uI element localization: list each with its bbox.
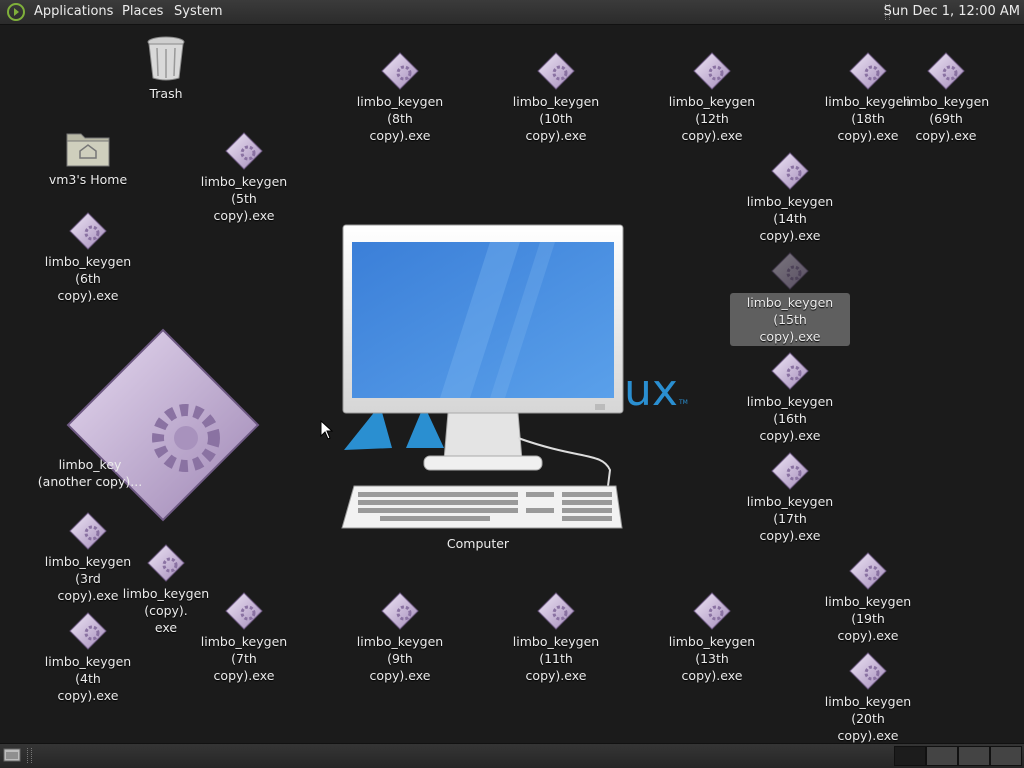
keygen-diamond-icon — [927, 52, 965, 90]
keygen-file-label: limbo_keygen (20th copy).exe — [824, 694, 912, 743]
workspace-1[interactable] — [894, 746, 926, 766]
keygen-drag-icon[interactable] — [66, 328, 260, 522]
keygen-file-icon[interactable]: limbo_keygen (17th copy).exe — [730, 452, 850, 544]
keygen-file-label: limbo_keygen (10th copy).exe — [512, 94, 600, 143]
applications-menu[interactable]: Applications — [34, 0, 113, 24]
keygen-drag-label: limbo_key (another copy)... — [37, 457, 143, 489]
keygen-file-icon[interactable]: limbo_keygen (5th copy).exe — [184, 132, 304, 224]
top-panel: Applications Places System Sun Dec 1, 12… — [0, 0, 1024, 25]
keygen-diamond-icon — [693, 592, 731, 630]
workspace-2[interactable] — [926, 746, 958, 766]
keygen-file-label: limbo_keygen (15th copy).exe — [730, 293, 850, 346]
trash-can-icon — [147, 36, 185, 81]
keygen-diamond-icon — [381, 52, 419, 90]
trash-label: Trash — [149, 86, 183, 101]
keygen-file-label: limbo_keygen (8th copy).exe — [356, 94, 444, 143]
places-menu[interactable]: Places — [122, 0, 163, 24]
mouse-cursor-icon — [320, 420, 334, 440]
keygen-file-label: limbo_keygen (6th copy).exe — [44, 254, 132, 303]
keygen-diamond-icon — [69, 512, 107, 550]
keygen-file-icon[interactable]: limbo_keygen (19th copy).exe — [808, 552, 928, 644]
clock[interactable]: Sun Dec 1, 12:00 AM — [884, 0, 1020, 24]
keygen-diamond-icon — [225, 592, 263, 630]
keygen-file-icon[interactable]: limbo_keygen (9th copy).exe — [340, 592, 460, 684]
keygen-file-label: limbo_keygen (19th copy).exe — [824, 594, 912, 643]
home-label: vm3's Home — [48, 172, 128, 187]
workspace-3[interactable] — [958, 746, 990, 766]
folder-home-icon — [66, 133, 110, 167]
keygen-file-icon[interactable]: limbo_keygen (69th copy).exe — [886, 52, 1006, 144]
keygen-file-icon[interactable]: limbo_keygen (14th copy).exe — [730, 152, 850, 244]
distro-logo-icon[interactable] — [7, 3, 25, 21]
keygen-diamond-icon — [771, 352, 809, 390]
keygen-diamond-icon — [849, 52, 887, 90]
keygen-diamond-icon — [69, 612, 107, 650]
keygen-diamond-icon — [537, 592, 575, 630]
keygen-file-icon[interactable]: limbo_keygen (11th copy).exe — [496, 592, 616, 684]
keygen-diamond-icon — [537, 52, 575, 90]
keygen-file-icon[interactable]: limbo_keygen (10th copy).exe — [496, 52, 616, 144]
keygen-file-icon[interactable]: limbo_keygen (4th copy).exe — [28, 612, 148, 704]
keygen-file-label: limbo_keygen (7th copy).exe — [200, 634, 288, 683]
keygen-file-icon[interactable]: limbo_keygen (13th copy).exe — [652, 592, 772, 684]
computer-label: Computer — [446, 536, 510, 551]
keygen-file-label: limbo_keygen (13th copy).exe — [668, 634, 756, 683]
computer-icon[interactable] — [340, 224, 630, 534]
keygen-diamond-icon — [693, 52, 731, 90]
keygen-file-icon[interactable]: limbo_keygen (15th copy).exe — [730, 252, 850, 346]
keygen-file-label: limbo_keygen (17th copy).exe — [746, 494, 834, 543]
keygen-diamond-icon — [69, 212, 107, 250]
keygen-diamond-icon — [147, 544, 185, 582]
keygen-diamond-icon — [849, 552, 887, 590]
keygen-diamond-icon — [771, 152, 809, 190]
home-folder-icon[interactable]: vm3's Home — [28, 128, 148, 188]
keygen-diamond-icon — [771, 252, 809, 290]
keygen-diamond-icon — [381, 592, 419, 630]
show-desktop-icon[interactable] — [3, 747, 21, 763]
keygen-diamond-icon — [225, 132, 263, 170]
keygen-file-label: limbo_keygen (9th copy).exe — [356, 634, 444, 683]
keygen-file-label: limbo_keygen (14th copy).exe — [746, 194, 834, 243]
svg-text:TM: TM — [678, 399, 688, 406]
keygen-diamond-icon — [849, 652, 887, 690]
system-menu[interactable]: System — [174, 0, 222, 24]
keygen-file-icon[interactable]: limbo_keygen (20th copy).exe — [808, 652, 928, 744]
keygen-diamond-icon — [771, 452, 809, 490]
keygen-file-label: limbo_keygen (16th copy).exe — [746, 394, 834, 443]
keygen-file-label: limbo_keygen (5th copy).exe — [200, 174, 288, 223]
keygen-file-icon[interactable]: limbo_keygen (6th copy).exe — [28, 212, 148, 304]
panel-handle — [27, 748, 32, 763]
bottom-panel — [0, 743, 1024, 768]
wallpaper-logo-text: ux — [624, 365, 678, 416]
keygen-file-icon[interactable]: limbo_keygen (12th copy).exe — [652, 52, 772, 144]
keygen-file-label: limbo_keygen (11th copy).exe — [512, 634, 600, 683]
trash-icon[interactable]: Trash — [106, 34, 226, 102]
keygen-file-icon[interactable]: limbo_keygen (8th copy).exe — [340, 52, 460, 144]
keygen-file-label: limbo_keygen (69th copy).exe — [902, 94, 990, 143]
keygen-file-icon[interactable]: limbo_keygen (7th copy).exe — [184, 592, 304, 684]
keygen-file-label: limbo_keygen (12th copy).exe — [668, 94, 756, 143]
keygen-file-icon[interactable]: limbo_keygen (16th copy).exe — [730, 352, 850, 444]
workspace-4[interactable] — [990, 746, 1022, 766]
keygen-file-label: limbo_keygen (4th copy).exe — [44, 654, 132, 703]
